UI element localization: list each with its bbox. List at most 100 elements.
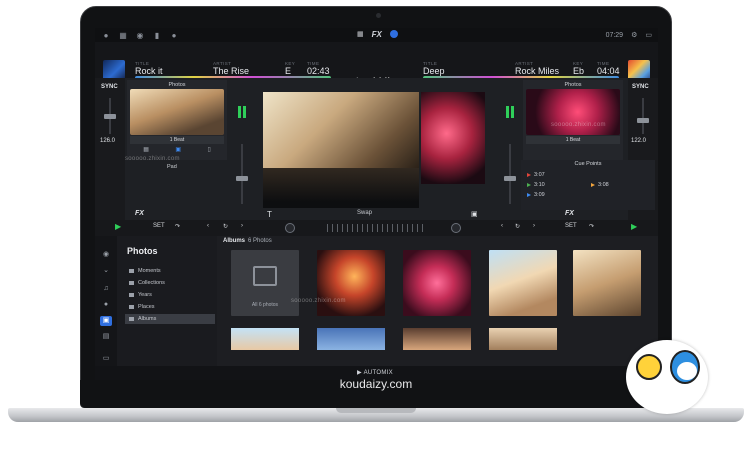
- cue-points-panel: Cue Points 3:07 3:10 3:09 3:08: [521, 160, 655, 210]
- folder-icon: [129, 268, 134, 273]
- chevron-down-icon[interactable]: ⌄: [100, 266, 112, 276]
- tree-item-moments[interactable]: Moments: [125, 266, 215, 276]
- photo-tab-icon[interactable]: ▣: [175, 146, 181, 154]
- deck-left-photo[interactable]: [130, 89, 224, 135]
- mic-icon[interactable]: ▮: [152, 31, 162, 40]
- deck-left-back-icon[interactable]: ‹: [207, 223, 209, 229]
- deck-left-loop-icon[interactable]: ↻: [223, 223, 228, 230]
- deck-left-forward-icon[interactable]: ›: [241, 223, 243, 229]
- deck-left-pad-tabs: ▦ ▣ ▯: [130, 146, 224, 154]
- deck-left-set-button[interactable]: SET: [153, 223, 165, 229]
- deck-left-volume-fader[interactable]: [236, 176, 248, 181]
- video-mode-icon[interactable]: [389, 30, 398, 38]
- deck-right-media-panel: Photos 1 Beat: [523, 80, 623, 160]
- bars-tab-icon[interactable]: ▯: [207, 146, 210, 154]
- all-photos-tile[interactable]: All 6 photos: [231, 250, 299, 316]
- deck-right-back-icon[interactable]: ‹: [501, 223, 503, 229]
- music-library-icon[interactable]: ♫: [100, 284, 112, 294]
- deck-right-title: Deep: [423, 66, 445, 76]
- deck-right-cue-icon[interactable]: ↷: [589, 223, 594, 230]
- cue-point-4[interactable]: 3:08: [591, 182, 609, 188]
- deck-left-key: E: [285, 66, 292, 76]
- folder-icon: [129, 304, 134, 309]
- cue-point-2[interactable]: 3:10: [527, 182, 545, 188]
- photo-thumb[interactable]: [489, 328, 557, 350]
- deck-right-key: Eb: [573, 66, 585, 76]
- watermark: sooooo.zhixin.com: [125, 156, 180, 162]
- camera-library-icon[interactable]: ◉: [100, 250, 112, 260]
- swap-button[interactable]: Swap: [357, 210, 372, 216]
- deck-left-key-block: KEY E: [285, 61, 296, 76]
- deck-left-panel-title[interactable]: Photos: [127, 82, 227, 88]
- photo-thumb[interactable]: [573, 250, 641, 316]
- video-main-frame[interactable]: [263, 92, 419, 168]
- deck-left-fx-button[interactable]: FX: [135, 210, 144, 217]
- deck-right-set-button[interactable]: SET: [565, 223, 577, 229]
- cue-point-1[interactable]: 3:07: [527, 172, 545, 178]
- spotify-icon[interactable]: ●: [100, 300, 112, 310]
- photo-thumb[interactable]: [231, 328, 299, 350]
- files-library-icon[interactable]: ▤: [100, 332, 112, 342]
- grid-icon[interactable]: ▦: [118, 31, 128, 40]
- playlist-icon[interactable]: ▭: [100, 354, 112, 364]
- settings-icon[interactable]: ⚙: [631, 31, 637, 39]
- deck-left-pad-label: Pad: [167, 164, 177, 170]
- deck-left-time: 02:43: [307, 66, 330, 76]
- photo-thumb[interactable]: [317, 328, 385, 350]
- deck-left-cue-icon[interactable]: ↷: [175, 223, 180, 230]
- media-browser: ◉ ⌄ ♫ ● ▣ ▤ ▭ Photos Moments Collections…: [95, 236, 658, 366]
- deck-left-sync-button[interactable]: SYNC: [101, 84, 118, 90]
- tree-item-collections[interactable]: Collections: [125, 278, 215, 288]
- photos-library-icon[interactable]: ▣: [100, 316, 112, 326]
- video-side-frame[interactable]: [421, 92, 485, 184]
- deck-left-artist-block: ARTIST The Rise: [213, 61, 250, 76]
- tree-item-albums[interactable]: Albums: [125, 314, 215, 324]
- library-rail: ◉ ⌄ ♫ ● ▣ ▤ ▭: [95, 236, 117, 366]
- crossfader-scale: [327, 224, 427, 232]
- photos-tree: Photos Moments Collections Years Places …: [117, 236, 217, 366]
- photo-thumb[interactable]: [403, 328, 471, 350]
- photo-thumb[interactable]: [403, 250, 471, 316]
- deck-right-beat-selector[interactable]: 1 Beat: [526, 136, 620, 144]
- layout-icon[interactable]: ▦: [357, 30, 364, 39]
- deck-right-photo[interactable]: [526, 89, 620, 135]
- deck-right-play-button[interactable]: ▶: [631, 222, 637, 231]
- tree-item-places[interactable]: Places: [125, 302, 215, 312]
- fx-button[interactable]: FX: [372, 30, 382, 39]
- deck-right-title-block: TITLE Deep: [423, 61, 445, 76]
- deck-right-bpm: 122.0: [631, 138, 647, 144]
- screen-icon[interactable]: ▭: [645, 31, 652, 39]
- photo-thumb[interactable]: [489, 250, 557, 316]
- deck-right-fx-button[interactable]: FX: [565, 210, 574, 217]
- cue-points-title[interactable]: Cue Points: [521, 161, 655, 167]
- deck-right-panel-title[interactable]: Photos: [523, 82, 623, 88]
- deck-right-pitch-fader[interactable]: [637, 118, 649, 123]
- deck-right-loop-icon[interactable]: ↻: [515, 223, 520, 230]
- headphones-icon[interactable]: ◉: [135, 31, 145, 40]
- text-tool-icon[interactable]: T: [267, 210, 272, 219]
- deck-right-volume-track: [509, 144, 511, 204]
- deck-right-gain-knob[interactable]: [451, 223, 461, 233]
- deck-right-sync-button[interactable]: SYNC: [632, 84, 649, 90]
- deck-right-level-meter: [506, 106, 514, 118]
- status-right: 07:29 ⚙ ▭: [606, 31, 652, 40]
- photo-thumb[interactable]: [317, 250, 385, 316]
- grid-view-icon[interactable]: ▦: [143, 146, 149, 154]
- deck-left-media-panel: Photos 1 Beat ▦ ▣ ▯: [127, 80, 227, 160]
- deck-left-beat-selector[interactable]: 1 Beat: [130, 136, 224, 144]
- deck-left-pitch-fader[interactable]: [104, 114, 116, 119]
- deck-left-level: [235, 84, 249, 214]
- deck-right-forward-icon[interactable]: ›: [533, 223, 535, 229]
- automix-button[interactable]: ▶ AUTOMIX: [357, 369, 393, 376]
- image-tool-icon[interactable]: ▣: [471, 210, 478, 218]
- albums-header: Albums 6 Photos: [223, 238, 272, 244]
- record-icon[interactable]: ●: [169, 31, 179, 40]
- camera-dot: [376, 13, 381, 18]
- deck-left-play-button[interactable]: ▶: [115, 222, 121, 231]
- deck-right-pitch-track: [642, 98, 644, 134]
- deck-left-gain-knob[interactable]: [285, 223, 295, 233]
- watermark: sooooo.zhixin.com: [291, 298, 346, 304]
- deck-right-volume-fader[interactable]: [504, 176, 516, 181]
- cue-point-3[interactable]: 3:09: [527, 192, 545, 198]
- tree-item-years[interactable]: Years: [125, 290, 215, 300]
